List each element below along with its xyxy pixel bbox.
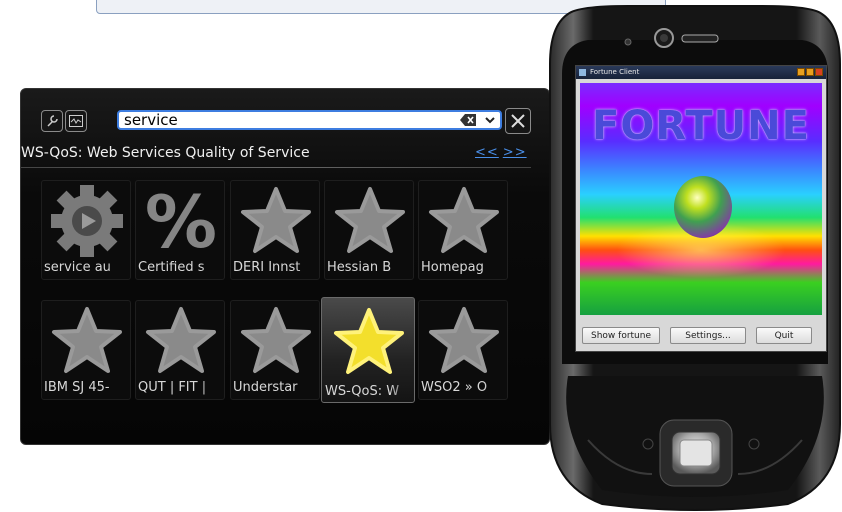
fortune-logo-text: FORTUNE [592, 103, 810, 149]
clear-search-icon[interactable] [460, 113, 478, 127]
settings-button[interactable]: Settings... [670, 327, 746, 344]
result-tile[interactable]: DERI Innst [230, 180, 320, 280]
fortune-orb [674, 176, 732, 238]
tile-label: QUT | FIT | [138, 380, 207, 395]
launcher-panel: WS-QoS: Web Services Quality of Service … [20, 88, 550, 445]
tile-label: WS-QoS: W [325, 384, 400, 399]
app-titlebar: Fortune Client [576, 66, 826, 79]
tile-label: Hessian B [327, 260, 392, 275]
star-icon [146, 307, 216, 373]
window-controls [797, 68, 823, 76]
star-icon [334, 308, 404, 374]
phone-screen: Fortune Client FORTUNE Show fortune Sett… [575, 65, 827, 352]
close-button[interactable] [505, 108, 531, 134]
graph-icon [69, 115, 83, 127]
tile-label: Homepag [421, 260, 484, 275]
app-icon [579, 69, 586, 76]
show-fortune-button[interactable]: Show fortune [582, 327, 660, 344]
window-title: Fortune Client [590, 68, 640, 76]
svg-text:%: % [145, 183, 217, 259]
star-icon [241, 187, 311, 253]
tile-label: IBM SJ 45- [44, 380, 110, 395]
quit-button[interactable]: Quit [756, 327, 812, 344]
result-tile[interactable]: Homepag [418, 180, 508, 280]
gear-play-icon [51, 185, 123, 257]
chevron-down-icon[interactable] [484, 114, 496, 126]
tile-label: WSO2 » O [421, 380, 488, 395]
result-tile-selected[interactable]: WS-QoS: W [321, 297, 415, 403]
separator [21, 167, 531, 168]
result-tile[interactable]: IBM SJ 45- [41, 300, 131, 400]
percent-icon: % [145, 183, 217, 259]
tile-label: Understar [233, 380, 298, 395]
star-icon [429, 187, 499, 253]
result-tile[interactable]: QUT | FIT | [135, 300, 225, 400]
pager-next-link[interactable]: >> [503, 145, 527, 160]
wrench-button[interactable] [41, 110, 63, 132]
result-tile[interactable]: service au [41, 180, 131, 280]
tile-label: Certified s [138, 260, 205, 275]
search-input[interactable] [124, 112, 424, 128]
result-tile[interactable]: WSO2 » O [418, 300, 508, 400]
search-field[interactable] [117, 110, 502, 130]
close-icon [511, 114, 525, 128]
pager-prev-link[interactable]: << [475, 145, 499, 160]
pager: << >> [475, 145, 531, 160]
tile-label: service au [44, 260, 111, 275]
star-icon [335, 187, 405, 253]
tile-label: DERI Innst [233, 260, 301, 275]
result-tile[interactable]: Understar [230, 300, 320, 400]
graph-button[interactable] [65, 110, 87, 132]
result-tile[interactable]: Hessian B [324, 180, 414, 280]
minimize-button[interactable] [797, 68, 805, 76]
close-window-button[interactable] [815, 68, 823, 76]
wrench-icon [47, 115, 58, 127]
star-icon [429, 307, 499, 373]
star-icon [241, 307, 311, 373]
maximize-button[interactable] [806, 68, 814, 76]
star-icon [52, 307, 122, 373]
fortune-artwork: FORTUNE [580, 83, 822, 315]
result-description: WS-QoS: Web Services Quality of Service [21, 145, 310, 161]
result-tile[interactable]: % Certified s [135, 180, 225, 280]
